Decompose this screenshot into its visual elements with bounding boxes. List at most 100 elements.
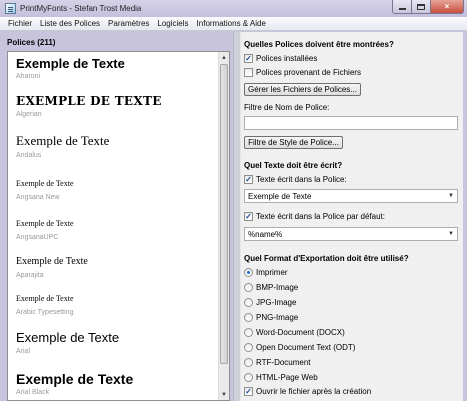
font-list-header: Polices (211)	[7, 38, 56, 47]
pane-splitter[interactable]	[233, 32, 241, 401]
list-item[interactable]: Exemple de Texte Andalus	[16, 134, 216, 159]
radio-label: HTML-Page Web	[256, 373, 318, 382]
radio-unselected-icon	[244, 343, 253, 352]
font-sample: Exemple de Texte	[16, 330, 120, 345]
radio-bmp-image[interactable]: BMP-Image	[244, 283, 298, 292]
menu-fichier[interactable]: Fichier	[4, 19, 36, 28]
checkbox-checked-icon: ✓	[244, 386, 253, 396]
checkbox-checked-icon: ✓	[244, 174, 253, 184]
scroll-down-arrow-icon[interactable]: ▼	[219, 389, 229, 400]
options-pane: Quelles Polices doivent être montrées? ✓…	[241, 32, 463, 401]
minimize-icon	[398, 8, 406, 10]
font-sample: EXEMPLE DE TEXTE	[16, 94, 162, 108]
list-item[interactable]: Exemple de Texte Aparajita	[16, 256, 216, 280]
menu-logiciels[interactable]: Logiciels	[153, 19, 192, 28]
font-sample: Exemple de Texte	[16, 294, 74, 303]
text-in-font-combo[interactable]: Exemple de Texte ▼	[244, 189, 458, 203]
font-name: Andalus	[16, 152, 42, 159]
font-sample: Exemple de Texte	[16, 56, 125, 71]
list-item[interactable]: Exemple de Texte AngsanaUPC	[16, 219, 216, 242]
list-item[interactable]: Exemple de Texte Angsana New	[16, 179, 216, 202]
radio-label: PNG-Image	[256, 313, 299, 322]
radio-open-document-text[interactable]: Open Document Text (ODT)	[244, 343, 355, 352]
open-after-creation-checkbox[interactable]: ✓ Ouvrir le fichier après la création	[244, 387, 371, 396]
radio-label: Word-Document (DOCX)	[256, 328, 345, 337]
font-list[interactable]: Exemple de Texte Aharoni EXEMPLE DE TEXT…	[7, 51, 230, 401]
radio-label: Open Document Text (ODT)	[256, 343, 356, 352]
checkbox-checked-icon: ✓	[244, 53, 253, 63]
font-name: AngsanaUPC	[16, 234, 59, 241]
menu-informations-aide[interactable]: Informations & Aide	[193, 19, 270, 28]
radio-label: BMP-Image	[256, 283, 299, 292]
radio-html-page[interactable]: HTML-Page Web	[244, 373, 318, 382]
radio-unselected-icon	[244, 283, 253, 292]
list-item[interactable]: Exemple de Texte Arabic Typesetting	[16, 294, 216, 317]
radio-unselected-icon	[244, 328, 253, 337]
font-name: Angsana New	[16, 194, 60, 201]
installed-fonts-label: Polices installées	[256, 54, 318, 63]
title-bar: PrintMyFonts - Stefan Trost Media ×	[0, 0, 467, 17]
font-list-scrollbar[interactable]: ▲ ▼	[218, 52, 229, 400]
list-item[interactable]: Exemple de Texte Arial	[16, 331, 216, 355]
scrollbar-thumb[interactable]	[220, 64, 228, 364]
radio-label: Imprimer	[256, 268, 288, 277]
menu-liste-des-polices[interactable]: Liste des Polices	[36, 19, 104, 28]
checkbox-unchecked-icon	[244, 68, 253, 77]
font-name: Algerian	[16, 111, 42, 118]
radio-jpg-image[interactable]: JPG-Image	[244, 298, 296, 307]
text-default-font-value: %name%	[248, 229, 283, 239]
radio-rtf-document[interactable]: RTF-Document	[244, 358, 311, 367]
dropdown-arrow-icon: ▼	[448, 193, 454, 199]
radio-unselected-icon	[244, 373, 253, 382]
checkbox-checked-icon: ✓	[244, 211, 253, 221]
menu-parametres[interactable]: Paramètres	[104, 19, 153, 28]
text-in-font-value: Exemple de Texte	[248, 191, 312, 201]
font-sample: Exemple de Texte	[16, 133, 110, 148]
dropdown-arrow-icon: ▼	[448, 231, 454, 237]
radio-selected-icon	[244, 268, 253, 277]
font-name: Aparajita	[16, 272, 44, 279]
text-default-font-checkbox[interactable]: ✓ Texte écrit dans la Police par défaut:	[244, 212, 385, 221]
radio-png-image[interactable]: PNG-Image	[244, 313, 298, 322]
radio-unselected-icon	[244, 313, 253, 322]
radio-label: RTF-Document	[256, 358, 311, 367]
text-in-font-checkbox[interactable]: ✓ Texte écrit dans la Police:	[244, 175, 347, 184]
font-name: Arial Black	[16, 389, 50, 396]
app-icon	[5, 3, 16, 14]
list-item[interactable]: Exemple de Texte Arial Black	[16, 372, 216, 396]
close-button[interactable]: ×	[431, 0, 464, 14]
manage-font-files-button[interactable]: Gérer les Fichiers de Polices...	[244, 83, 361, 96]
file-fonts-checkbox[interactable]: Polices provenant de Fichiers	[244, 68, 361, 77]
menu-bar: Fichier Liste des Polices Paramètres Log…	[0, 17, 467, 31]
show-fonts-title: Quelles Polices doivent être montrées?	[244, 40, 394, 49]
close-icon: ×	[444, 2, 450, 11]
radio-label: JPG-Image	[256, 298, 297, 307]
export-format-title: Quel Format d'Exportation doit être util…	[244, 254, 409, 263]
name-filter-label: Filtre de Nom de Police:	[244, 103, 330, 112]
minimize-button[interactable]	[392, 0, 412, 14]
font-name: Arial	[16, 348, 31, 355]
font-sample: Exemple de Texte	[16, 179, 74, 188]
font-sample: Exemple de Texte	[16, 219, 74, 228]
file-fonts-label: Polices provenant de Fichiers	[256, 68, 361, 77]
name-filter-input[interactable]	[244, 116, 458, 130]
maximize-button[interactable]	[412, 0, 431, 14]
window-title: PrintMyFonts - Stefan Trost Media	[20, 4, 142, 13]
text-title: Quel Texte doit être écrit?	[244, 161, 343, 170]
font-name: Aharoni	[16, 73, 41, 80]
radio-word-document[interactable]: Word-Document (DOCX)	[244, 328, 345, 337]
style-filter-button[interactable]: Filtre de Style de Police...	[244, 136, 343, 149]
radio-unselected-icon	[244, 298, 253, 307]
font-list-pane: Polices (211) Exemple de Texte Aharoni E…	[7, 37, 230, 401]
installed-fonts-checkbox[interactable]: ✓ Polices installées	[244, 54, 317, 63]
font-sample: Exemple de Texte	[16, 256, 88, 267]
text-default-font-combo[interactable]: %name% ▼	[244, 227, 458, 241]
list-item[interactable]: EXEMPLE DE TEXTE Algerian	[16, 95, 216, 118]
scroll-up-arrow-icon[interactable]: ▲	[219, 52, 229, 63]
list-item[interactable]: Exemple de Texte Aharoni	[16, 57, 216, 80]
font-name: Arabic Typesetting	[16, 309, 74, 316]
radio-imprimer[interactable]: Imprimer	[244, 268, 288, 277]
text-in-font-label: Texte écrit dans la Police:	[256, 175, 347, 184]
text-default-font-label: Texte écrit dans la Police par défaut:	[256, 212, 385, 221]
open-after-creation-label: Ouvrir le fichier après la création	[256, 387, 372, 396]
